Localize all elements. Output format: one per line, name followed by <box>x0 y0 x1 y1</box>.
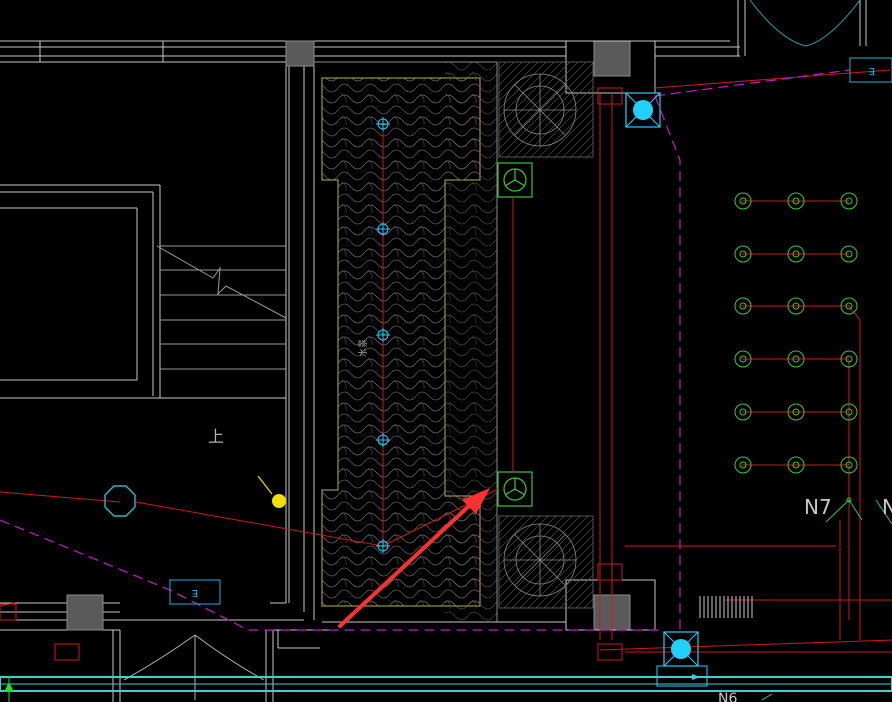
top-door-swing <box>749 0 861 47</box>
plant-top <box>498 61 594 158</box>
water-feature-note: 水景 <box>357 339 369 357</box>
fixture-grid <box>734 192 858 474</box>
ceiling-fan-icon <box>497 162 533 198</box>
left-room-walls <box>0 56 315 621</box>
top-wall <box>0 0 867 63</box>
yellow-marker-icon <box>257 475 286 508</box>
stair-direction-label: 上 <box>208 427 224 446</box>
floor-grille <box>699 596 753 618</box>
tag-box-left: E <box>169 579 221 605</box>
bottom-cyan-bar <box>0 676 892 702</box>
cyan-lamp-icon <box>625 92 661 128</box>
plant-bottom <box>498 515 594 609</box>
tag-top-right-label: E <box>869 65 875 76</box>
staircase <box>156 245 287 370</box>
circuit-bottom-label: N6 <box>718 691 737 702</box>
circuit-n7-label: N7 <box>804 495 832 519</box>
cad-drawing-canvas: E E 上 水景 N7 N N6 <box>0 0 892 702</box>
ceiling-fan-icon <box>497 471 533 507</box>
circuit-n8-label: N <box>882 495 892 519</box>
tag-left-label: E <box>192 587 198 598</box>
circuit-ticks <box>761 497 892 701</box>
